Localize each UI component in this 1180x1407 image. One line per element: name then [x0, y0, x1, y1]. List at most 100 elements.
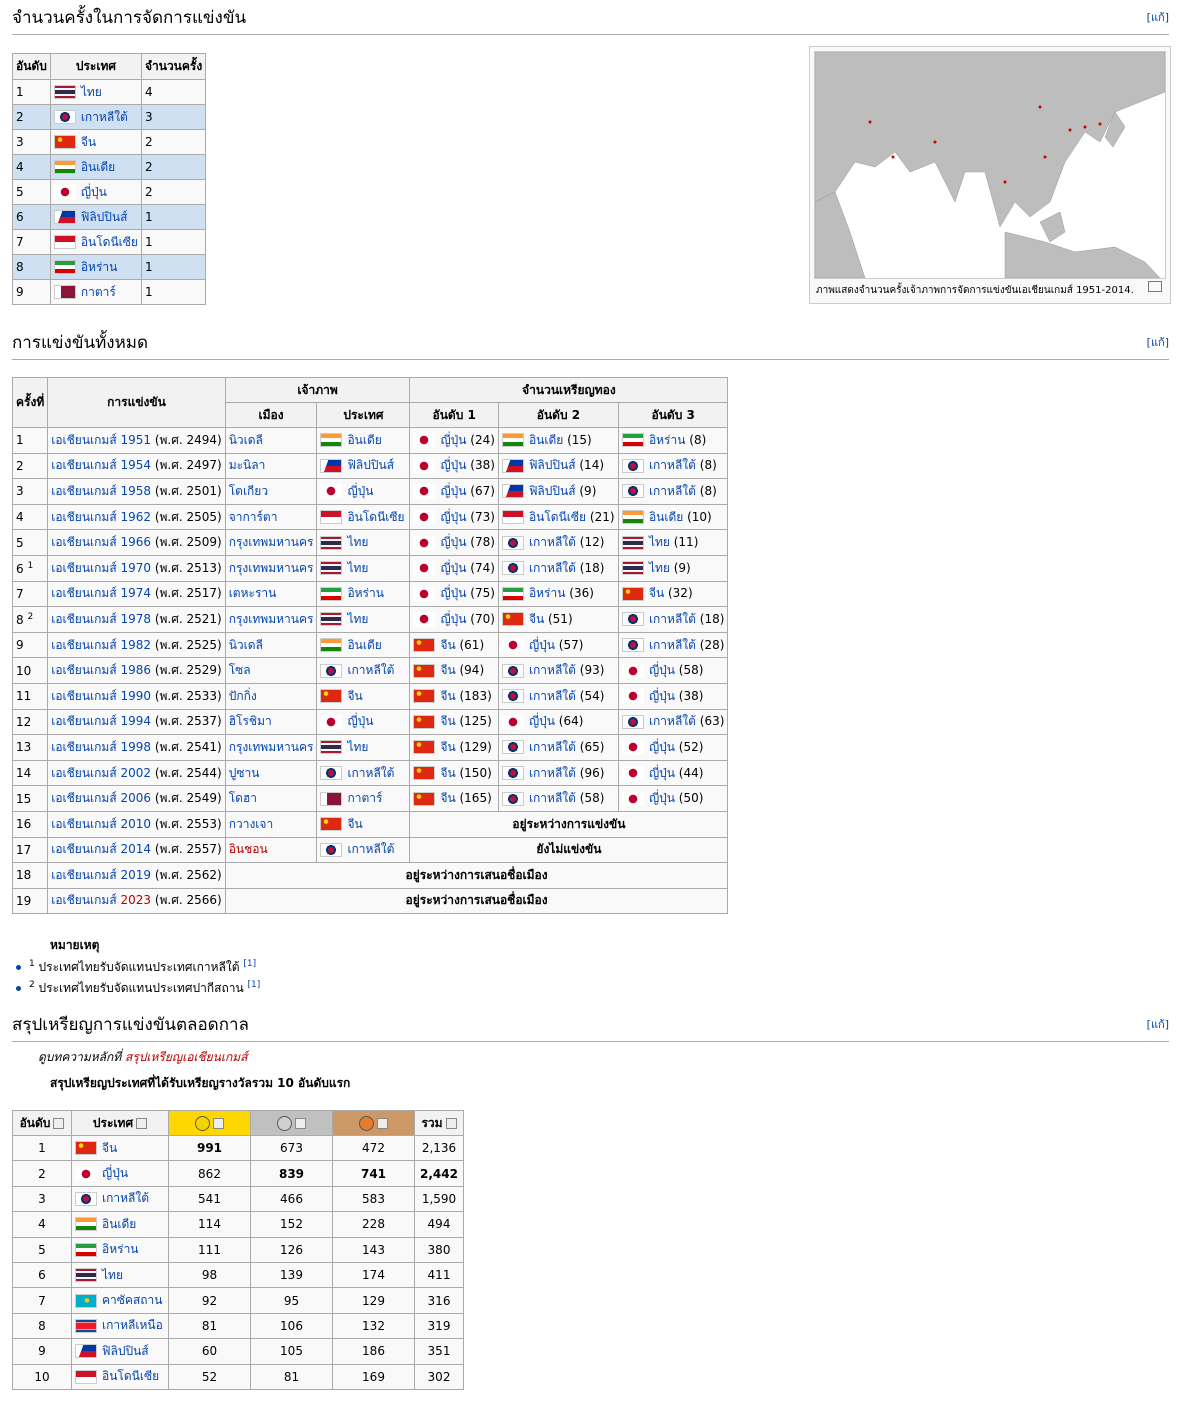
medal-country-link[interactable]: จีน [440, 766, 455, 780]
games-link[interactable]: เอเชียนเกมส์ 2019 [51, 868, 151, 882]
host-country-link[interactable]: ญี่ปุ่น [347, 714, 373, 728]
games-link[interactable]: เอเชียนเกมส์ 1982 [51, 638, 151, 652]
medal-country-link[interactable]: ญี่ปุ่น [649, 663, 675, 677]
medal-country-link[interactable]: จีน [440, 689, 455, 703]
col-header-bronze[interactable] [332, 1110, 415, 1136]
edit-link[interactable]: [แก้] [1147, 333, 1169, 351]
country-link[interactable]: คาซัคสถาน [102, 1293, 162, 1307]
col-header-rank[interactable]: อันดับ [12, 1110, 72, 1136]
medal-country-link[interactable]: เกาหลีใต้ [529, 663, 576, 677]
medal-country-link[interactable]: ญี่ปุ่น [649, 791, 675, 805]
citation-link[interactable]: [1] [243, 959, 256, 969]
medal-country-link[interactable]: เกาหลีใต้ [529, 561, 576, 575]
games-link[interactable]: เอเชียนเกมส์ 1974 [51, 586, 151, 600]
country-link[interactable]: เกาหลีใต้ [81, 110, 128, 124]
games-link[interactable]: เอเชียนเกมส์ 1994 [51, 714, 151, 728]
country-link[interactable]: อิหร่าน [81, 260, 118, 274]
games-link[interactable]: เอเชียนเกมส์ 1986 [51, 663, 151, 677]
country-link[interactable]: ญี่ปุ่น [102, 1166, 128, 1180]
col-header-gold[interactable] [168, 1110, 251, 1136]
country-link[interactable]: อินเดีย [81, 160, 115, 174]
medal-country-link[interactable]: เกาหลีใต้ [649, 714, 696, 728]
medal-country-link[interactable]: เกาหลีใต้ [649, 638, 696, 652]
sort-icon[interactable] [53, 1117, 65, 1129]
country-link[interactable]: เกาหลีใต้ [102, 1191, 149, 1205]
country-link[interactable]: จีน [102, 1141, 117, 1155]
medal-country-link[interactable]: จีน [440, 714, 455, 728]
medal-country-link[interactable]: ญี่ปุ่น [440, 612, 466, 626]
country-link[interactable]: ญี่ปุ่น [81, 185, 107, 199]
host-city-cell[interactable]: กรุงเทพมหานคร [224, 554, 318, 582]
host-country-link[interactable]: ไทย [347, 561, 368, 575]
enlarge-icon[interactable] [1148, 281, 1162, 292]
host-city-cell[interactable]: อินชอน [224, 836, 318, 864]
host-city-cell[interactable]: นิวเดลี [224, 427, 318, 454]
medal-country-link[interactable]: จีน [440, 791, 455, 805]
medal-country-link[interactable]: อินเดีย [649, 510, 683, 524]
sort-icon[interactable] [295, 1117, 306, 1129]
edit-link[interactable]: [แก้] [1147, 1015, 1169, 1033]
games-link[interactable]: เอเชียนเกมส์ 1978 [51, 612, 151, 626]
col-header-total[interactable]: รวม [414, 1110, 464, 1136]
host-city-cell[interactable]: กรุงเทพมหานคร [224, 529, 318, 556]
medal-country-link[interactable]: เกาหลีใต้ [649, 484, 696, 498]
col-header-country[interactable]: ประเทศ [71, 1110, 169, 1136]
country-link[interactable]: ไทย [102, 1268, 123, 1282]
medal-country-link[interactable]: ญี่ปุ่น [440, 510, 466, 524]
medal-country-link[interactable]: เกาหลีใต้ [529, 535, 576, 549]
medal-country-link[interactable]: อินเดีย [529, 433, 563, 447]
medal-country-link[interactable]: เกาหลีใต้ [529, 740, 576, 754]
medal-country-link[interactable]: ฟิลิปปินส์ [529, 458, 576, 472]
host-city-cell[interactable]: มะนิลา [224, 452, 318, 480]
host-city-cell[interactable]: โดฮา [224, 785, 318, 812]
host-city-cell[interactable]: กรุงเทพมหานคร [224, 734, 318, 761]
host-country-link[interactable]: เกาหลีใต้ [347, 766, 394, 780]
medal-country-link[interactable]: ญี่ปุ่น [649, 689, 675, 703]
games-link[interactable]: เอเชียนเกมส์ 1990 [51, 689, 151, 703]
games-link[interactable]: เอเชียนเกมส์ 1966 [51, 535, 151, 549]
games-link[interactable]: เอเชียนเกมส์ 1958 [51, 484, 151, 498]
host-country-link[interactable]: กาตาร์ [347, 791, 382, 805]
host-city-cell[interactable]: ปูซาน [224, 759, 318, 787]
edit-link[interactable]: [แก้] [1147, 8, 1169, 26]
medal-country-link[interactable]: ญี่ปุ่น [529, 638, 555, 652]
medal-country-link[interactable]: ฟิลิปปินส์ [529, 484, 576, 498]
host-city-cell[interactable]: กวางเจา [224, 810, 318, 838]
medal-country-link[interactable]: ญี่ปุ่น [440, 535, 466, 549]
host-city-cell[interactable]: โตเกียว [224, 478, 318, 505]
country-link[interactable]: อินโดนีเซีย [81, 235, 138, 249]
host-country-link[interactable]: ญี่ปุ่น [347, 484, 373, 498]
sort-icon[interactable] [136, 1117, 148, 1129]
medal-country-link[interactable]: ญี่ปุ่น [649, 766, 675, 780]
country-link[interactable]: กาตาร์ [81, 285, 116, 299]
medal-country-link[interactable]: อินโดนีเซีย [529, 510, 586, 524]
games-link[interactable]: เอเชียนเกมส์ 2002 [51, 766, 151, 780]
medal-country-link[interactable]: ไทย [649, 561, 670, 575]
medal-country-link[interactable]: ญี่ปุ่น [440, 458, 466, 472]
sort-icon[interactable] [445, 1117, 457, 1129]
host-country-link[interactable]: เกาหลีใต้ [347, 663, 394, 677]
country-link[interactable]: อินโดนีเซีย [102, 1369, 159, 1383]
host-city-cell[interactable]: กรุงเทพมหานคร [224, 606, 318, 633]
medal-country-link[interactable]: เกาหลีใต้ [529, 791, 576, 805]
country-link[interactable]: ฟิลิปปินส์ [81, 210, 128, 224]
host-city-cell[interactable]: โซล [224, 657, 318, 684]
medal-country-link[interactable]: จีน [440, 638, 455, 652]
games-year-link[interactable]: 2023 [120, 893, 151, 907]
sort-icon[interactable] [377, 1117, 388, 1129]
host-country-link[interactable]: ไทย [347, 535, 368, 549]
medal-country-link[interactable]: ญี่ปุ่น [440, 433, 466, 447]
host-country-link[interactable]: อิหร่าน [347, 586, 384, 600]
col-header-silver[interactable] [250, 1110, 333, 1136]
games-link[interactable]: เอเชียนเกมส์ [51, 893, 120, 907]
asia-map-image[interactable] [814, 51, 1166, 279]
main-article-link[interactable]: สรุปเหรียญเอเชียนเกมส์ [125, 1050, 248, 1064]
medal-country-link[interactable]: ญี่ปุ่น [440, 586, 466, 600]
medal-country-link[interactable]: เกาหลีใต้ [529, 766, 576, 780]
host-city-cell[interactable]: เตหะราน [224, 580, 318, 608]
medal-country-link[interactable]: จีน [649, 586, 664, 600]
games-link[interactable]: เอเชียนเกมส์ 1951 [51, 433, 151, 447]
medal-country-link[interactable]: ญี่ปุ่น [440, 561, 466, 575]
medal-country-link[interactable]: จีน [440, 740, 455, 754]
games-link[interactable]: เอเชียนเกมส์ 2014 [51, 842, 151, 856]
